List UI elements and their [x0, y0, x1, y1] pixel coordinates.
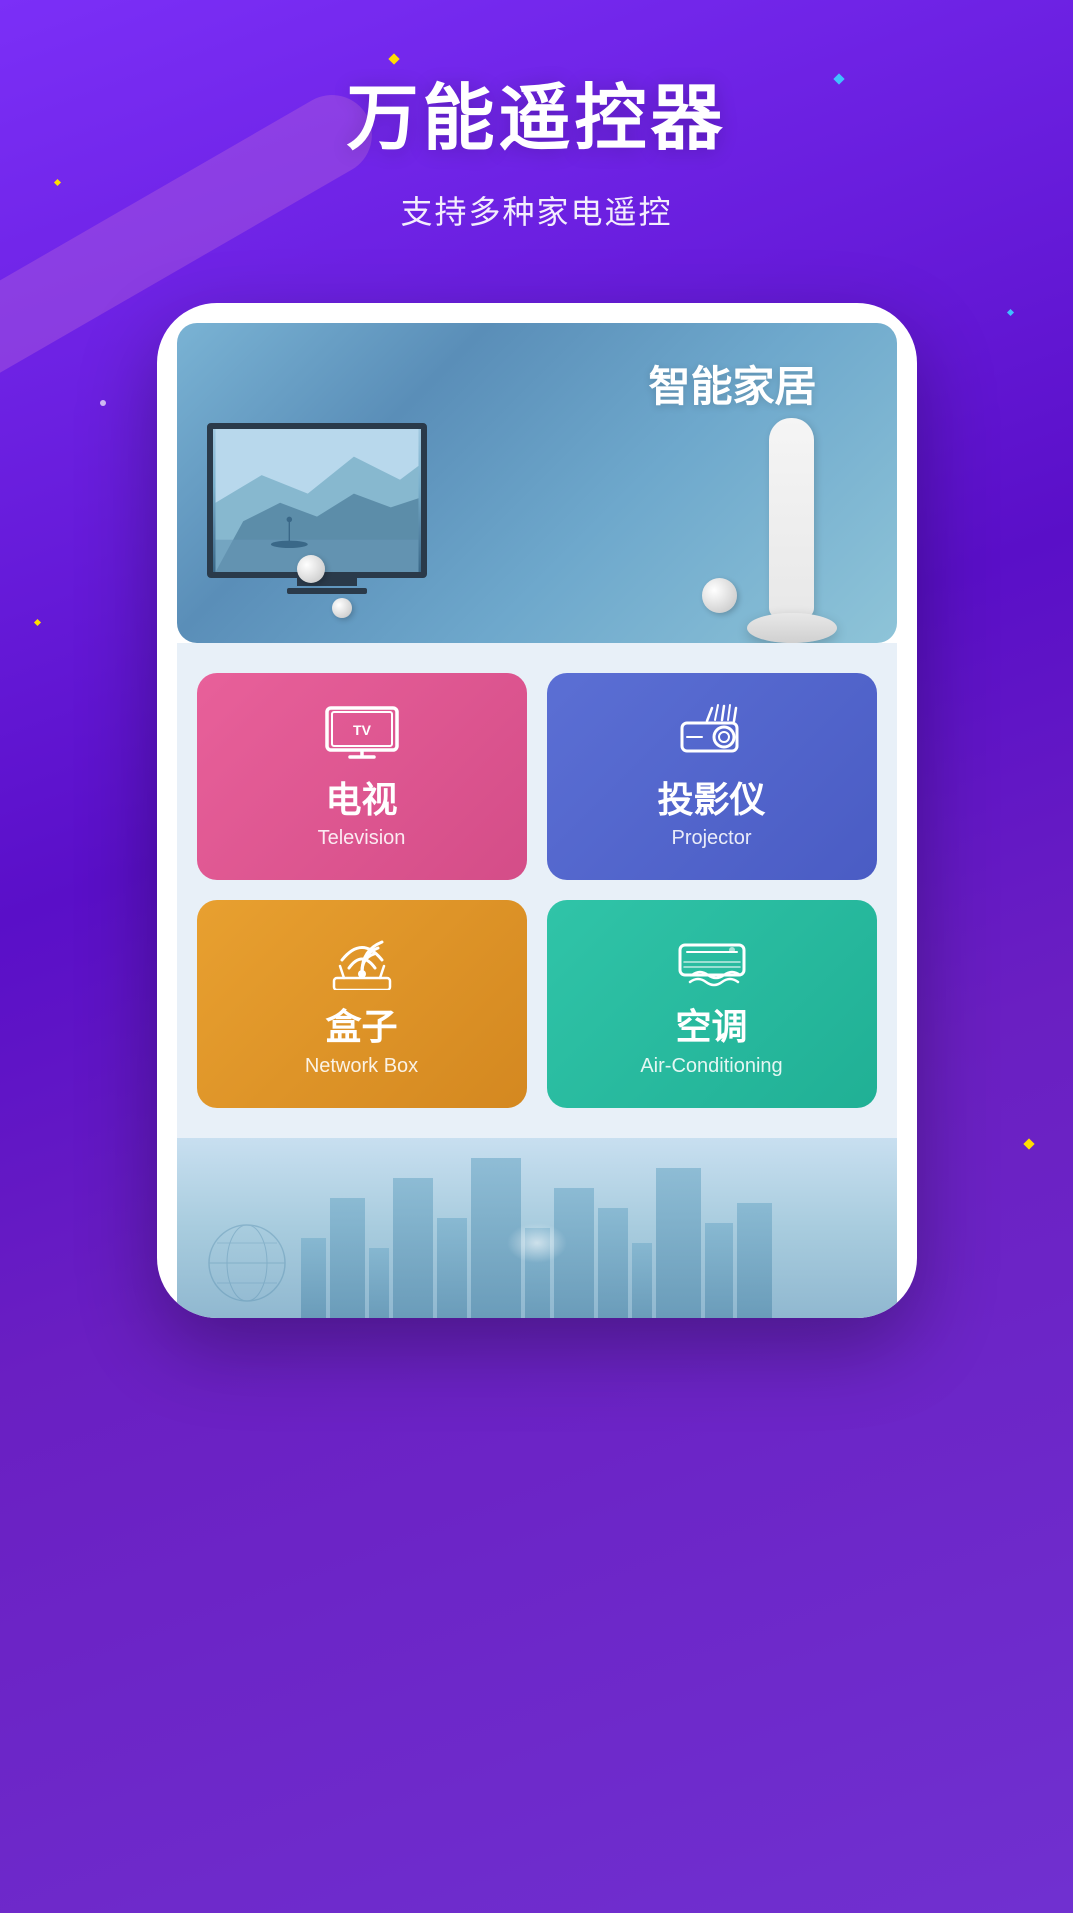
tv-icon: TV: [322, 703, 402, 763]
building-3: [369, 1248, 389, 1318]
tv-illustration: [207, 423, 447, 623]
building-4: [393, 1178, 433, 1318]
phone-mockup: 智能家居: [157, 303, 917, 1317]
tv-card[interactable]: TV 电视 Television: [197, 673, 527, 880]
tv-name-en: Television: [318, 827, 406, 850]
building-9: [598, 1208, 628, 1318]
network-name-zh: 盒子: [325, 1005, 397, 1048]
ac-icon: [672, 930, 752, 990]
sphere-1: [297, 555, 325, 583]
banner-title: 智能家居: [648, 353, 816, 414]
building-10: [632, 1243, 652, 1318]
projector-card[interactable]: 投影仪 Projector: [547, 673, 877, 880]
projector-name-en: Projector: [671, 827, 751, 850]
cityscape: [177, 1138, 897, 1318]
projector-name-zh: 投影仪: [657, 778, 765, 821]
smart-home-banner: 智能家居: [177, 323, 897, 643]
sphere-3: [702, 578, 737, 613]
main-title: 万能遥控器: [0, 80, 1073, 159]
building-2: [330, 1198, 365, 1318]
tv-base: [287, 588, 367, 594]
building-11: [656, 1168, 701, 1318]
network-icon: [322, 930, 402, 990]
building-5: [437, 1218, 467, 1318]
tv-scene-svg: [213, 429, 421, 572]
fan-body: [769, 418, 814, 618]
tv-screen: [207, 423, 427, 578]
sphere-2: [332, 598, 352, 618]
fan-illustration: [747, 418, 837, 643]
app-grid: TV 电视 Television: [177, 643, 897, 1137]
light-burst: [497, 1213, 577, 1278]
fan-base: [747, 613, 837, 643]
tv-screen-inner: [213, 429, 421, 572]
building-13: [737, 1203, 772, 1318]
globe-decor: [207, 1203, 327, 1308]
ac-name-en: Air-Conditioning: [640, 1055, 782, 1078]
projector-icon: [672, 703, 752, 763]
network-card[interactable]: 盒子 Network Box: [197, 900, 527, 1107]
phone-container: 智能家居: [0, 303, 1073, 1317]
ac-card[interactable]: 空调 Air-Conditioning: [547, 900, 877, 1107]
sub-title: 支持多种家电遥控: [0, 187, 1073, 233]
network-name-en: Network Box: [305, 1055, 418, 1078]
header: 万能遥控器 支持多种家电遥控: [0, 0, 1073, 273]
building-12: [705, 1223, 733, 1318]
svg-text:TV: TV: [353, 722, 372, 738]
tv-name-zh: 电视: [325, 778, 397, 821]
ac-name-zh: 空调: [675, 1005, 747, 1048]
